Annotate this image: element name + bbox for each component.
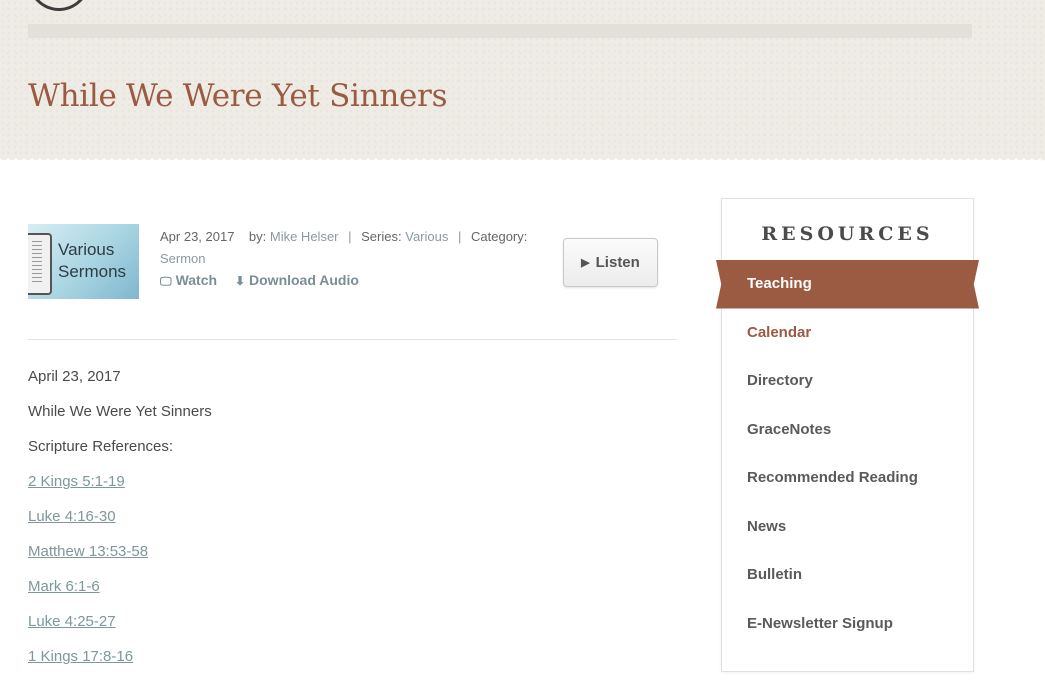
content-title: While We Were Yet Sinners bbox=[28, 403, 212, 420]
series-link[interactable]: Various bbox=[405, 229, 448, 244]
scripture-link[interactable]: Matthew 13:53-58 bbox=[28, 543, 148, 560]
scripture-link[interactable]: Luke 4:25-27 bbox=[28, 613, 116, 630]
thumbnail-text-line2: Sermons bbox=[58, 262, 127, 281]
download-audio-link[interactable]: ⬇ Download Audio bbox=[235, 272, 359, 288]
bible-icon bbox=[28, 233, 52, 295]
listen-label: Listen bbox=[595, 254, 640, 271]
content-date: April 23, 2017 bbox=[28, 368, 121, 385]
sidebar-item-teaching[interactable]: Teaching bbox=[716, 260, 979, 309]
sidebar-item-calendar[interactable]: Calendar bbox=[722, 309, 973, 358]
header-divider bbox=[28, 24, 972, 38]
category-link[interactable]: Sermon bbox=[160, 251, 206, 266]
resources-sidebar: RESOURCES Teaching Calendar Directory Gr… bbox=[716, 198, 979, 672]
scripture-link[interactable]: Mark 6:1-6 bbox=[28, 578, 100, 595]
thumbnail-text-line1: Various bbox=[58, 240, 115, 259]
meta-separator: | bbox=[457, 229, 462, 244]
sidebar-item-directory[interactable]: Directory bbox=[722, 357, 973, 406]
sermon-thumbnail[interactable]: Various Sermons bbox=[28, 224, 139, 299]
speaker-link[interactable]: Mike Helser bbox=[270, 229, 339, 244]
by-label: by: bbox=[248, 229, 267, 244]
listen-button[interactable]: ▶ Listen bbox=[563, 238, 658, 287]
sermon-date: Apr 23, 2017 bbox=[160, 229, 235, 244]
download-label: Download Audio bbox=[249, 272, 359, 288]
page-header: While We Were Yet Sinners bbox=[0, 0, 1045, 164]
sidebar-item-gracenotes[interactable]: GraceNotes bbox=[722, 406, 973, 455]
watch-link[interactable]: 🖵 Watch bbox=[160, 272, 221, 288]
scripture-heading: Scripture References: bbox=[28, 438, 174, 455]
content-divider bbox=[28, 339, 677, 340]
site-logo[interactable] bbox=[28, 0, 90, 11]
series-label: Series: bbox=[361, 229, 402, 244]
meta-separator: | bbox=[348, 229, 352, 244]
download-arrow-icon: ⬇ bbox=[234, 274, 246, 288]
page-title: While We Were Yet Sinners bbox=[28, 78, 448, 114]
sermon-meta: Apr 23, 2017 by: Mike Helser | Series: V… bbox=[160, 226, 540, 270]
scripture-link[interactable]: Luke 4:16-30 bbox=[28, 508, 116, 525]
category-label: Category: bbox=[471, 229, 528, 244]
sermon-content: April 23, 2017 While We Were Yet Sinners… bbox=[28, 366, 212, 681]
sidebar-item-bulletin[interactable]: Bulletin bbox=[722, 551, 973, 600]
media-links: 🖵 Watch ⬇ Download Audio bbox=[160, 272, 373, 289]
monitor-icon: 🖵 bbox=[160, 274, 172, 288]
sidebar-nav: Teaching Calendar Directory GraceNotes R… bbox=[716, 260, 979, 649]
sidebar-item-news[interactable]: News bbox=[722, 503, 973, 552]
watch-label: Watch bbox=[175, 272, 218, 288]
sidebar-item-recommended-reading[interactable]: Recommended Reading bbox=[722, 454, 973, 503]
play-icon: ▶ bbox=[581, 257, 590, 269]
sidebar-heading: RESOURCES bbox=[761, 223, 934, 245]
scripture-link[interactable]: 2 Kings 5:1-19 bbox=[28, 473, 125, 490]
sidebar-item-e-newsletter-signup[interactable]: E-Newsletter Signup bbox=[722, 600, 973, 649]
scripture-link[interactable]: 1 Kings 17:8-16 bbox=[28, 648, 133, 665]
